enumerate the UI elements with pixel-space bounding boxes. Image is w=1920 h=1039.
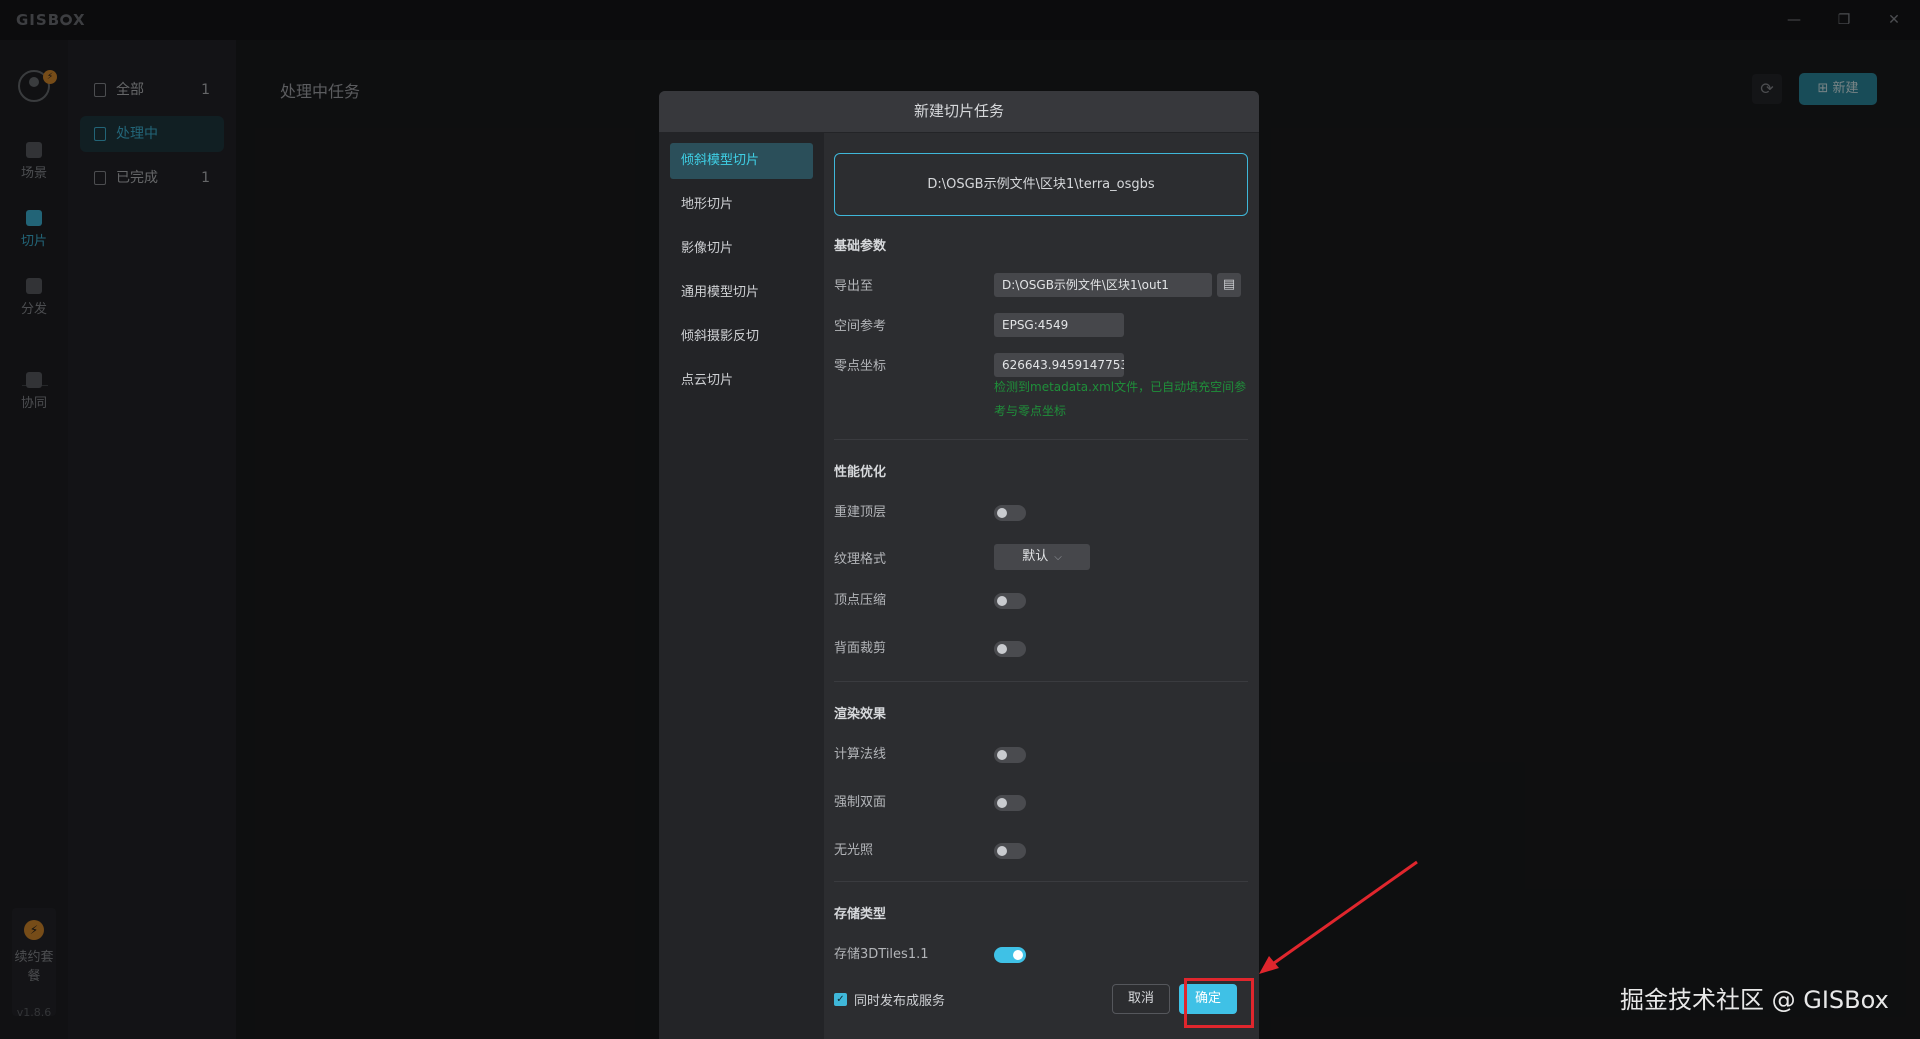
force-double-toggle[interactable]	[994, 795, 1026, 811]
origin-input[interactable]: 626643.94591477537,3	[994, 353, 1124, 377]
origin-label: 零点坐标	[834, 359, 887, 374]
toggle-knob	[997, 596, 1007, 606]
srs-input[interactable]: EPSG:4549	[994, 313, 1124, 337]
srs-label: 空间参考	[834, 319, 887, 334]
section-basic-title: 基础参数	[834, 239, 887, 254]
toggle-knob	[997, 644, 1007, 654]
toggle-knob	[997, 846, 1007, 856]
section-perf-title: 性能优化	[834, 465, 887, 480]
metadata-hint: 检测到metadata.xml文件，已自动填充空间参考与零点坐标	[994, 380, 1247, 418]
vertex-compress-label: 顶点压缩	[834, 593, 887, 608]
chevron-down-icon: ⌵	[1054, 552, 1062, 563]
toggle-knob	[997, 798, 1007, 808]
no-light-toggle[interactable]	[994, 843, 1026, 859]
select-value: 默认	[1022, 549, 1049, 564]
toggle-knob	[997, 750, 1007, 760]
section-render-title: 渲染效果	[834, 707, 887, 722]
nav-oblique-model[interactable]: 倾斜模型切片	[670, 143, 813, 179]
export-path-input[interactable]: D:\OSGB示例文件\区块1\out1	[994, 273, 1212, 297]
nav-point-cloud[interactable]: 点云切片	[670, 363, 813, 399]
cancel-button[interactable]: 取消	[1112, 984, 1170, 1014]
annotation-arrow	[1259, 860, 1418, 974]
nav-imagery[interactable]: 影像切片	[670, 231, 813, 267]
rebuild-top-label: 重建顶层	[834, 505, 887, 520]
source-path-box[interactable]: D:\OSGB示例文件\区块1\terra_osgbs	[834, 153, 1248, 216]
section-divider	[834, 881, 1248, 882]
nav-general-model[interactable]: 通用模型切片	[670, 275, 813, 311]
watermark: 掘金技术社区 @ GISBox	[1620, 986, 1889, 1014]
texture-format-select[interactable]: 默认 ⌵	[994, 544, 1090, 570]
tiles-toggle[interactable]	[994, 947, 1026, 963]
toggle-knob	[1013, 950, 1023, 960]
texture-format-label: 纹理格式	[834, 552, 887, 567]
folder-icon[interactable]: ▤	[1217, 273, 1241, 297]
nav-terrain[interactable]: 地形切片	[670, 187, 813, 223]
slice-type-nav: 倾斜模型切片 地形切片 影像切片 通用模型切片 倾斜摄影反切 点云切片	[659, 133, 824, 1039]
force-double-label: 强制双面	[834, 795, 887, 810]
section-divider	[834, 439, 1248, 440]
section-storage-title: 存储类型	[834, 907, 887, 922]
publish-label[interactable]: 同时发布成服务	[854, 990, 945, 1009]
dialog-title: 新建切片任务	[659, 91, 1259, 133]
compute-normals-label: 计算法线	[834, 747, 887, 762]
publish-checkbox[interactable]: ✓	[834, 993, 847, 1006]
toggle-knob	[997, 508, 1007, 518]
backface-cull-toggle[interactable]	[994, 641, 1026, 657]
no-light-label: 无光照	[834, 843, 874, 858]
confirm-highlight-box	[1184, 978, 1254, 1028]
backface-cull-label: 背面裁剪	[834, 641, 887, 656]
compute-normals-toggle[interactable]	[994, 747, 1026, 763]
export-label: 导出至	[834, 279, 874, 294]
section-divider	[834, 681, 1248, 682]
rebuild-top-toggle[interactable]	[994, 505, 1026, 521]
vertex-compress-toggle[interactable]	[994, 593, 1026, 609]
nav-oblique-reverse[interactable]: 倾斜摄影反切	[670, 319, 813, 355]
new-slice-task-dialog: 新建切片任务 倾斜模型切片 地形切片 影像切片 通用模型切片 倾斜摄影反切 点云…	[659, 91, 1259, 1039]
dialog-body: D:\OSGB示例文件\区块1\terra_osgbs 基础参数 导出至 D:\…	[824, 133, 1259, 1039]
tiles-label: 存储3DTiles1.1	[834, 947, 929, 962]
